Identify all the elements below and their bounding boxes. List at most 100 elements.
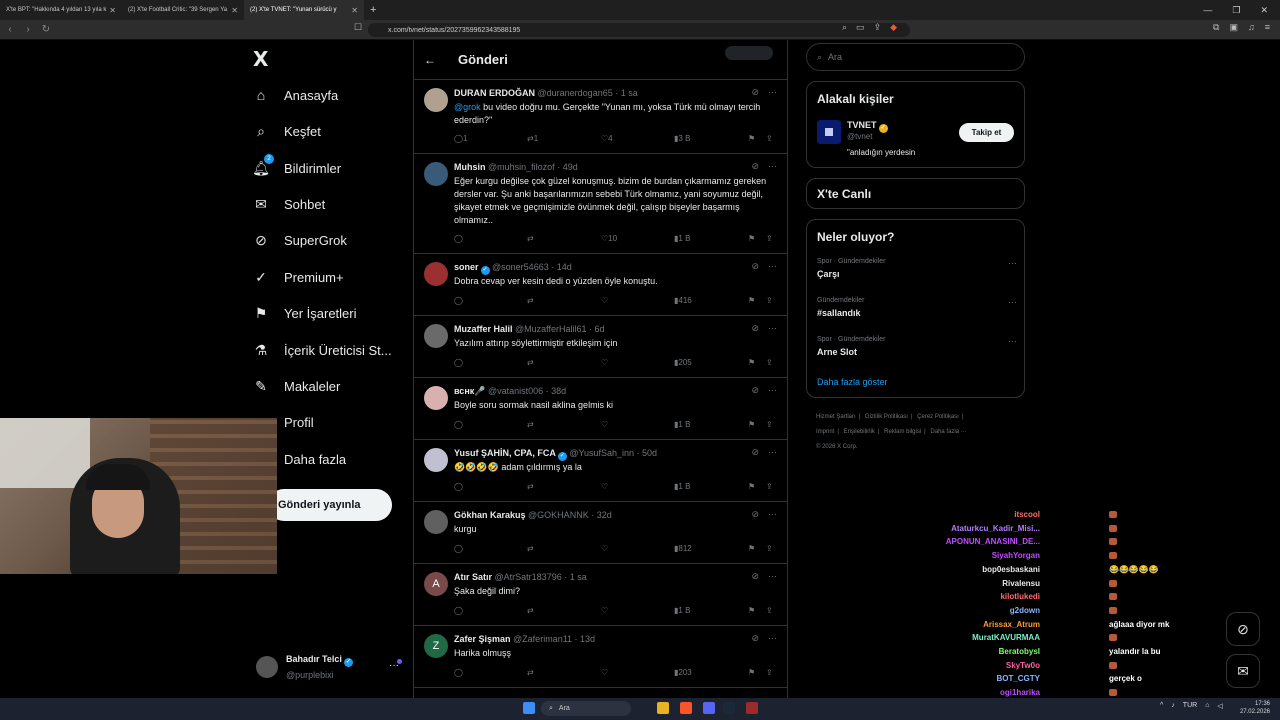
more-icon[interactable]: ··· xyxy=(768,447,777,458)
reply-button[interactable]: ◯ xyxy=(454,358,463,367)
tweet-author[interactable]: Atır Satır @AtrSatr183796 · 1 sa xyxy=(454,572,587,582)
bookmark-icon[interactable]: ⚑ xyxy=(748,668,755,677)
share-icon[interactable]: ⇪ xyxy=(766,234,773,243)
more-icon[interactable]: ··· xyxy=(1008,336,1017,346)
share-icon[interactable]: ⇪ xyxy=(766,420,773,429)
nav-home[interactable]: ⌂ Anasayfa xyxy=(252,83,338,107)
share-icon[interactable]: ⇪ xyxy=(766,606,773,615)
repost-button[interactable]: ⇄ xyxy=(527,358,534,367)
footer-link[interactable]: Imprint xyxy=(816,429,834,435)
tweet-author[interactable]: soner ✓ @soner54663 · 14d xyxy=(454,262,572,275)
zoom-icon[interactable]: ⌕ xyxy=(842,22,847,33)
chat-username[interactable]: SiyahYorgan xyxy=(860,551,1040,560)
tweet[interactable]: Gökhan Karakuş @GOKHANNK · 32d ⊘ ··· kurgu … xyxy=(414,502,787,564)
repost-button[interactable]: ⇄ xyxy=(527,234,534,243)
x-logo[interactable]: X xyxy=(253,47,268,71)
grok-icon[interactable]: ⊘ xyxy=(751,633,759,644)
share-icon[interactable]: ⇪ xyxy=(766,296,773,305)
views-button[interactable]: ▮ 416 xyxy=(674,296,692,305)
shield-icon[interactable]: ◆ xyxy=(890,22,897,33)
chat-username[interactable]: SkyTw0o xyxy=(860,661,1040,670)
more-icon[interactable]: ··· xyxy=(768,323,777,334)
footer-link[interactable]: Gizlilik Politikası xyxy=(865,414,908,420)
views-button[interactable]: ▮ 203 xyxy=(674,668,692,677)
nav-creator-studio[interactable]: ⚗ İçerik Üreticisi St... xyxy=(252,338,392,362)
reply-button[interactable]: ◯ xyxy=(454,668,463,677)
chat-username[interactable]: Rivalensu xyxy=(860,579,1040,588)
grok-icon[interactable]: ⊘ xyxy=(751,447,759,458)
footer-link[interactable]: Hizmet Şartları xyxy=(816,414,856,420)
windows-start-icon[interactable] xyxy=(523,702,535,714)
reply-button[interactable]: ◯ xyxy=(454,606,463,615)
bookmark-icon[interactable]: ⚑ xyxy=(748,420,755,429)
like-button[interactable]: ♡ xyxy=(601,668,608,677)
language-indicator[interactable]: TUR xyxy=(1183,702,1197,710)
grok-icon[interactable]: ⊘ xyxy=(751,161,759,172)
repost-button[interactable]: ⇄ xyxy=(527,296,534,305)
more-icon[interactable]: ··· xyxy=(768,87,777,98)
network-icon[interactable]: ⌂ xyxy=(1205,702,1209,710)
volume-icon[interactable]: ◁ xyxy=(1217,702,1222,710)
tweet[interactable]: Muzaffer Halil @MuzafferHalil61 · 6d ⊘ ···… xyxy=(414,316,787,378)
avatar[interactable] xyxy=(424,324,448,348)
grok-icon[interactable]: ⊘ xyxy=(751,87,759,98)
nav-explore[interactable]: ⌕ Keşfet xyxy=(252,119,321,143)
like-button[interactable]: ♡ 4 xyxy=(601,134,613,143)
more-icon[interactable]: ··· xyxy=(768,261,777,272)
repost-button[interactable]: ⇄ xyxy=(527,544,534,553)
wallet-icon[interactable]: ▣ xyxy=(1229,22,1238,33)
tweet-author[interactable]: DURAN ERDOĞAN @duranerdogan65 · 1 sa xyxy=(454,88,638,98)
tweet-author[interactable]: Muzaffer Halil @MuzafferHalil61 · 6d xyxy=(454,324,605,334)
share-icon[interactable]: ⇪ xyxy=(766,134,773,143)
tweet-author[interactable]: вснк🎤 @vatanist006 · 38d xyxy=(454,386,566,397)
trend-item[interactable]: Gündemdekiler #sallandık ··· xyxy=(817,297,1017,318)
extensions-icon[interactable]: ⧉ xyxy=(1213,22,1219,33)
repost-button[interactable]: ⇄ xyxy=(527,606,534,615)
browser-tab-2[interactable]: (2) X'te Football Critic: "39 Sergen Ya ✕ xyxy=(122,0,244,20)
more-icon[interactable]: ··· xyxy=(768,633,777,644)
bookmark-icon[interactable]: ⚑ xyxy=(748,134,755,143)
reload-icon[interactable]: ↻ xyxy=(38,24,54,35)
repost-button[interactable]: ⇄ xyxy=(527,668,534,677)
tweet-author[interactable]: Zafer Şişman @Zaferiman11 · 13d xyxy=(454,634,595,644)
like-button[interactable]: ♡ xyxy=(601,358,608,367)
nav-notifications[interactable]: 🔔︎ 2 Bildirimler xyxy=(252,153,341,180)
like-button[interactable]: ♡ xyxy=(601,544,608,553)
like-button[interactable]: ♡ xyxy=(601,296,608,305)
live-card[interactable]: X'te Canlı xyxy=(806,178,1025,209)
views-button[interactable]: ▮ 3 B xyxy=(674,134,690,143)
tweet-author[interactable]: Muhsin @muhsin_filozof · 49d xyxy=(454,162,578,172)
steam-icon[interactable] xyxy=(723,702,735,714)
search-input[interactable]: ⌕ Ara xyxy=(806,43,1025,71)
tweet[interactable]: soner ✓ @soner54663 · 14d ⊘ ··· Dobra cevap … xyxy=(414,254,787,316)
obs-icon[interactable] xyxy=(746,702,758,714)
tweet[interactable]: вснк🎤 @vatanist006 · 38d ⊘ ··· Boyle soru s… xyxy=(414,378,787,440)
nav-premium[interactable]: ✓ Premium+ xyxy=(252,265,343,289)
views-button[interactable]: ▮ 1 B xyxy=(674,482,690,491)
bookmark-icon[interactable]: ⚑ xyxy=(748,606,755,615)
avatar[interactable] xyxy=(424,510,448,534)
chat-username[interactable]: itscool xyxy=(860,510,1040,519)
chat-username[interactable]: kilotlukedi xyxy=(860,592,1040,601)
close-icon[interactable]: ✕ xyxy=(231,6,238,15)
share-icon[interactable]: ⇪ xyxy=(766,482,773,491)
account-switcher[interactable]: Bahadır Telci ✓ @purplebixi xyxy=(256,654,353,680)
music-icon[interactable]: ♫ xyxy=(1248,22,1255,33)
back-icon[interactable]: ‹ xyxy=(2,24,18,35)
avatar[interactable] xyxy=(424,88,448,112)
avatar[interactable] xyxy=(424,262,448,286)
chat-username[interactable]: bop0esbaskani xyxy=(860,565,1040,574)
reply-button[interactable]: ◯ 1 xyxy=(454,134,467,143)
share-icon[interactable]: ⇪ xyxy=(766,358,773,367)
grok-icon[interactable]: ⊘ xyxy=(751,323,759,334)
repost-button[interactable]: ⇄ xyxy=(527,420,534,429)
new-tab-icon[interactable]: + xyxy=(370,4,376,16)
like-button[interactable]: ♡ xyxy=(601,606,608,615)
reply-button[interactable]: ◯ xyxy=(454,420,463,429)
follow-button[interactable]: Takip et xyxy=(959,123,1014,142)
chat-username[interactable]: BOT_CGTY xyxy=(860,674,1040,683)
chat-username[interactable]: Beratobysl xyxy=(860,647,1040,656)
tweet-author[interactable]: Gökhan Karakuş @GOKHANNK · 32d xyxy=(454,510,612,520)
more-icon[interactable]: ··· xyxy=(768,571,777,582)
more-icon[interactable]: ··· xyxy=(768,509,777,520)
